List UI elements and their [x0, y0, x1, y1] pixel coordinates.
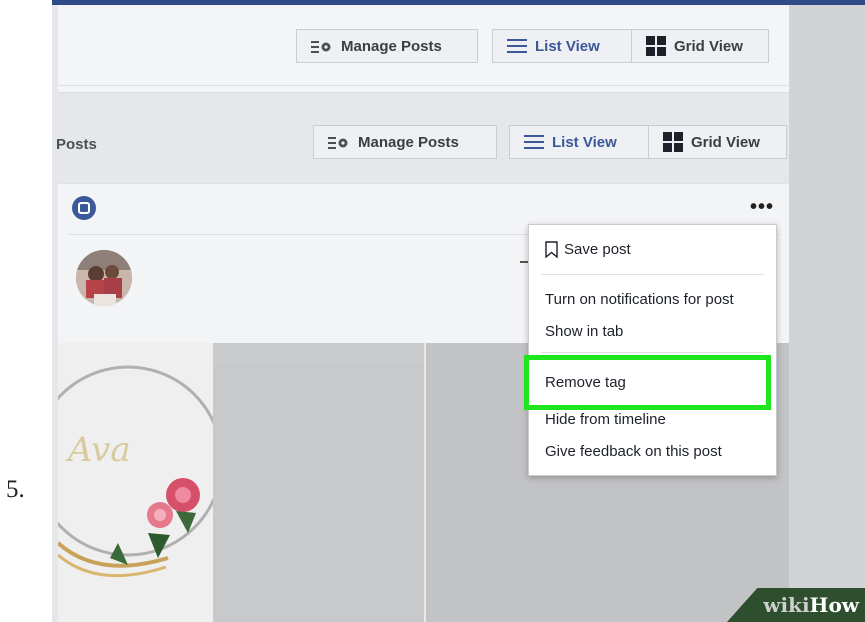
- menu-item-hide-from-timeline[interactable]: Hide from timeline: [545, 411, 666, 428]
- grid-view-icon: [663, 132, 683, 152]
- menu-item-show-in-tab[interactable]: Show in tab: [545, 323, 623, 340]
- list-view-icon: [507, 38, 527, 54]
- manage-posts-button-2[interactable]: Manage Posts: [313, 125, 497, 159]
- menu-divider: [541, 352, 764, 353]
- grid-view-button[interactable]: Grid View: [631, 29, 769, 63]
- post-options-menu: Save post Turn on notifications for post…: [528, 224, 777, 476]
- wreath-photo[interactable]: Ava: [58, 343, 213, 622]
- avatar[interactable]: [76, 250, 132, 306]
- menu-divider: [541, 274, 764, 275]
- save-post-label: Save post: [564, 241, 631, 258]
- list-view-label: List View: [552, 133, 617, 151]
- bookmark-icon: [545, 241, 558, 258]
- grid-view-icon: [646, 36, 666, 56]
- watermark-wiki: wiki: [763, 593, 810, 617]
- manage-posts-label: Manage Posts: [358, 133, 459, 151]
- photo-placeholder: [213, 363, 423, 622]
- list-view-icon: [524, 134, 544, 150]
- manage-posts-button[interactable]: Manage Posts: [296, 29, 478, 63]
- grid-view-label: Grid View: [691, 133, 760, 151]
- grid-view-label: Grid View: [674, 37, 743, 55]
- menu-item-turn-on-notifications[interactable]: Turn on notifications for post: [545, 291, 734, 308]
- list-view-label: List View: [535, 37, 600, 55]
- grid-view-button-2[interactable]: Grid View: [648, 125, 787, 159]
- panel-divider: [58, 85, 789, 86]
- step-number: 5.: [6, 476, 25, 503]
- post-type-badge-icon: [72, 196, 96, 220]
- watermark-how: How: [809, 593, 859, 617]
- manage-posts-label: Manage Posts: [341, 37, 442, 55]
- list-view-button-2[interactable]: List View: [509, 125, 649, 159]
- manage-posts-icon: [311, 39, 333, 53]
- right-sidebar-background: [789, 5, 865, 622]
- menu-item-give-feedback[interactable]: Give feedback on this post: [545, 443, 722, 460]
- posts-heading: Posts: [56, 136, 97, 153]
- top-panel: Manage Posts List View Grid View: [58, 5, 789, 93]
- screenshot-frame: Manage Posts List View Grid View Posts M…: [52, 0, 865, 622]
- remove-tag-highlight-box: [524, 355, 771, 410]
- menu-item-save-post[interactable]: Save post: [545, 241, 631, 258]
- more-options-icon[interactable]: •••: [750, 196, 774, 219]
- list-view-button[interactable]: List View: [492, 29, 632, 63]
- manage-posts-icon: [328, 135, 350, 149]
- wreath-text: Ava: [65, 430, 131, 470]
